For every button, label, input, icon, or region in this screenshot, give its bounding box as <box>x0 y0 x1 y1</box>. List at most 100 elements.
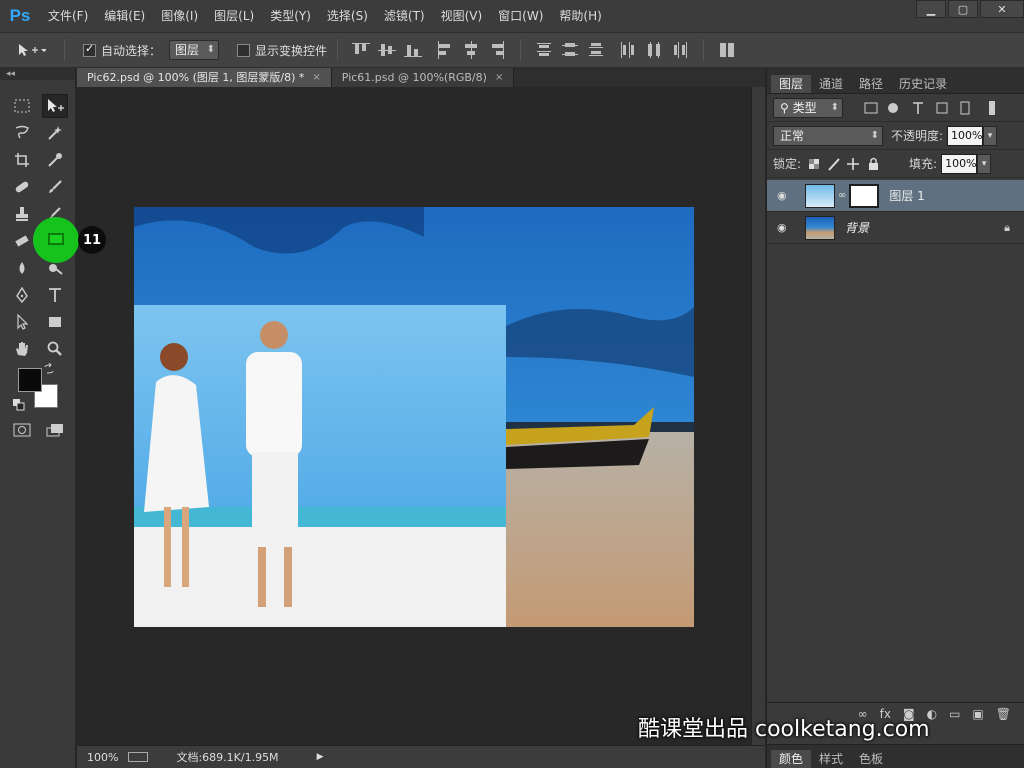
fill-dropdown-icon[interactable]: ▾ <box>977 153 992 174</box>
distribute-hcenter-icon[interactable] <box>645 41 663 59</box>
marquee-tool-icon[interactable] <box>9 94 35 118</box>
menu-type[interactable]: 类型(Y) <box>262 0 319 32</box>
document-canvas[interactable] <box>134 207 694 627</box>
minimize-button[interactable]: ▁ <box>916 0 946 18</box>
tab-channels[interactable]: 通道 <box>811 75 851 93</box>
layer-filter-row: ⚲ 类型 <box>767 94 1024 122</box>
clone-stamp-tool-icon[interactable] <box>9 202 35 226</box>
distribute-left-icon[interactable] <box>619 41 637 59</box>
tab-pic62[interactable]: Pic62.psd @ 100% (图层 1, 图层蒙版/8) * × <box>77 68 332 87</box>
restore-button[interactable]: ▢ <box>948 0 978 18</box>
close-tab-icon[interactable]: × <box>495 68 503 87</box>
eraser-tool-icon[interactable] <box>9 229 35 253</box>
tab-color[interactable]: 颜色 <box>771 750 812 768</box>
move-tool-icon[interactable] <box>42 94 68 118</box>
align-bottom-icon[interactable] <box>404 41 423 59</box>
default-colors-icon[interactable] <box>12 398 26 412</box>
tab-pic61[interactable]: Pic61.psd @ 100%(RGB/8) × <box>331 68 515 87</box>
step-number-badge: 11 <box>78 226 106 254</box>
zoom-level[interactable]: 100% <box>87 751 118 764</box>
align-left-icon[interactable] <box>436 41 454 59</box>
toolbox-collapse[interactable]: ◂◂ <box>0 68 75 80</box>
lock-icon: 🔒︎ <box>1004 220 1010 234</box>
vertical-scrollbar[interactable] <box>751 87 765 745</box>
tab-styles[interactable]: 样式 <box>811 750 851 768</box>
lasso-tool-icon[interactable] <box>9 121 35 145</box>
tab-history[interactable]: 历史记录 <box>891 75 955 93</box>
tool-preset-picker[interactable] <box>8 37 54 63</box>
panel-tabs: 图层 通道 路径 历史记录 <box>767 68 1024 94</box>
align-right-icon[interactable] <box>488 41 506 59</box>
hand-tool-icon[interactable] <box>9 337 35 361</box>
magic-wand-tool-icon[interactable] <box>42 121 68 145</box>
distribute-bottom-icon[interactable] <box>587 41 605 59</box>
type-tool-icon[interactable] <box>42 283 68 307</box>
swap-colors-icon[interactable] <box>42 362 56 376</box>
menu-file[interactable]: 文件(F) <box>40 0 96 32</box>
zoom-preview-icon[interactable] <box>128 752 149 762</box>
eye-icon[interactable]: ◉ <box>777 221 793 234</box>
lock-icons[interactable] <box>807 156 887 172</box>
pen-tool-icon[interactable] <box>9 283 35 307</box>
filter-icons[interactable] <box>861 100 1001 116</box>
zoom-tool-icon[interactable] <box>42 337 68 361</box>
canvas-workspace[interactable] <box>77 87 751 745</box>
healing-brush-tool-icon[interactable] <box>9 175 35 199</box>
new-group-icon[interactable]: ▭ <box>949 707 960 721</box>
blur-tool-icon[interactable] <box>9 256 35 280</box>
rectangle-tool-icon[interactable] <box>42 310 68 334</box>
menu-filter[interactable]: 滤镜(T) <box>376 0 433 32</box>
tab-layers[interactable]: 图层 <box>771 75 812 93</box>
fill-input[interactable]: 100% <box>941 153 978 174</box>
auto-select-label: 自动选择： <box>101 43 162 58</box>
layer-row[interactable]: ◉ 背景 🔒︎ <box>767 212 1024 244</box>
align-hcenter-icon[interactable] <box>462 41 480 59</box>
screen-mode-icon[interactable] <box>42 418 68 442</box>
opacity-dropdown-icon[interactable]: ▾ <box>983 125 998 146</box>
blend-mode-dropdown[interactable]: 正常 <box>773 125 883 146</box>
distribute-right-icon[interactable] <box>671 41 689 59</box>
distribute-vcenter-icon[interactable] <box>561 41 579 59</box>
align-top-icon[interactable] <box>352 41 371 59</box>
eyedropper-tool-icon[interactable] <box>42 148 68 172</box>
quick-mask-icon[interactable] <box>9 418 35 442</box>
status-menu-arrow-icon[interactable]: ▶ <box>317 752 324 762</box>
foreground-color-swatch-top[interactable] <box>18 368 42 392</box>
new-layer-icon[interactable]: ▣ <box>972 707 983 721</box>
eye-icon[interactable]: ◉ <box>777 189 793 202</box>
move-tool-icon <box>19 44 46 56</box>
menu-view[interactable]: 视图(V) <box>433 0 491 32</box>
auto-align-layers-icon[interactable] <box>718 41 736 59</box>
layer-row[interactable]: ◉ ∞ 图层 1 <box>767 180 1024 212</box>
separator <box>64 39 65 61</box>
tab-paths[interactable]: 路径 <box>851 75 891 93</box>
menu-help[interactable]: 帮助(H) <box>551 0 609 32</box>
path-selection-tool-icon[interactable] <box>9 310 35 334</box>
close-button[interactable]: ✕ <box>980 0 1024 18</box>
delete-layer-icon[interactable]: 🗑︎ <box>996 707 1011 721</box>
crop-tool-icon[interactable] <box>9 148 35 172</box>
window-controls: ▁ ▢ ✕ <box>914 0 1024 20</box>
opacity-input[interactable]: 100% <box>947 125 984 146</box>
distribute-top-icon[interactable] <box>535 41 553 59</box>
brush-tool-icon[interactable] <box>42 175 68 199</box>
close-tab-icon[interactable]: × <box>312 68 320 87</box>
tab-swatches[interactable]: 色板 <box>851 750 891 768</box>
toolbox: ◂◂ <box>0 68 76 768</box>
menu-select[interactable]: 选择(S) <box>319 0 376 32</box>
link-icon[interactable]: ∞ <box>838 190 846 201</box>
filter-kind-dropdown[interactable]: ⚲ 类型 <box>773 97 843 118</box>
menu-layer[interactable]: 图层(L) <box>206 0 262 32</box>
show-transform-checkbox[interactable]: 显示变换控件 <box>237 42 327 59</box>
menu-window[interactable]: 窗口(W) <box>490 0 551 32</box>
menu-edit[interactable]: 编辑(E) <box>96 0 153 32</box>
auto-select-dropdown[interactable]: 图层 <box>169 40 220 60</box>
layer-mask-thumbnail[interactable] <box>849 183 880 208</box>
fill-label: 填充: <box>909 157 938 171</box>
align-vcenter-icon[interactable] <box>378 41 397 59</box>
separator <box>520 39 522 61</box>
auto-select-checkbox[interactable]: 自动选择： <box>83 42 161 59</box>
menu-image[interactable]: 图像(I) <box>153 0 206 32</box>
status-bar: 100% 文档:689.1K/1.95M ▶ <box>77 745 765 768</box>
options-bar: 自动选择： 图层 显示变换控件 <box>0 32 1024 68</box>
